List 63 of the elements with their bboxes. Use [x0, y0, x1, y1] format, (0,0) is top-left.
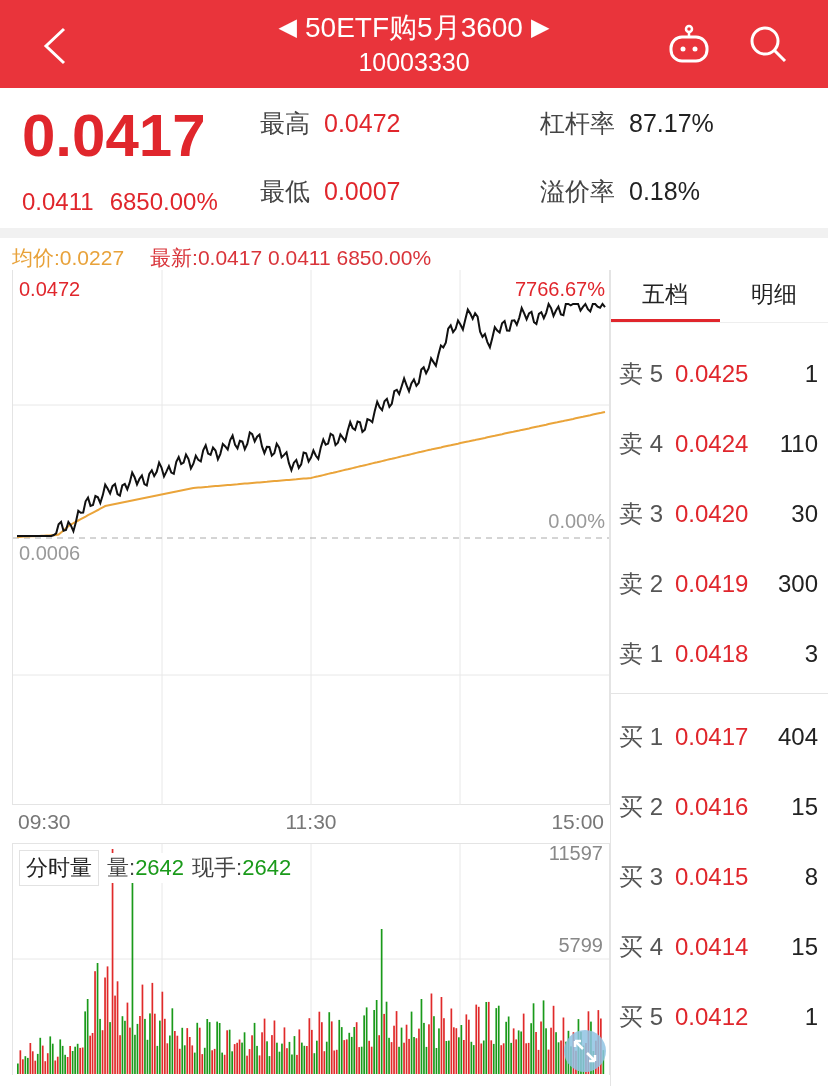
stat-label: 最高: [260, 107, 310, 139]
ask-level-label: 卖 5: [619, 359, 664, 389]
ask-quantity: 300: [777, 570, 818, 598]
time-label: 11:30: [285, 810, 337, 834]
bid-quantity: 1: [804, 1003, 818, 1031]
ratio-label: 溢价率: [540, 175, 615, 207]
ratio-label: 杠杆率: [540, 107, 615, 139]
ask-quantity: 30: [791, 500, 818, 528]
ask-quantity: 3: [804, 640, 818, 668]
contract-title: 50ETF购5月3600: [305, 11, 523, 45]
bid-price: 0.0416: [675, 793, 750, 821]
stat-value: 0.0472: [324, 108, 401, 138]
ask-level-label: 卖 3: [619, 499, 664, 529]
previous-button[interactable]: ◀: [278, 15, 298, 39]
axis-low-percent: 0.00%: [548, 510, 605, 533]
next-button[interactable]: ▶: [530, 15, 550, 39]
contract-code: 10003330: [358, 47, 470, 78]
time-label: 09:30: [18, 810, 71, 834]
average-price-legend: 均价:0.0227: [12, 244, 125, 270]
stat-value: 0.0007: [324, 176, 401, 206]
ask-quantity: 110: [779, 430, 818, 458]
ask-level-label: 卖 4: [619, 429, 664, 459]
price-change: 0.0411: [22, 188, 94, 216]
ask-price: 0.0418: [675, 640, 750, 668]
time-label: 15:00: [551, 810, 604, 834]
ask-price: 0.0425: [675, 360, 750, 388]
stat-label: 最低: [260, 175, 310, 207]
bid-price: 0.0414: [675, 933, 750, 961]
volume-max-label: 11597: [548, 842, 603, 865]
order-book-tab[interactable]: 明细: [719, 270, 828, 322]
ask-quantity: 1: [804, 360, 818, 388]
bid-quantity: 15: [791, 933, 818, 961]
ratio-value: 0.18%: [629, 176, 700, 206]
bid-level-label: 买 2: [619, 792, 664, 822]
bid-level-label: 买 4: [619, 932, 664, 962]
volume-mid-label: 5799: [558, 934, 603, 957]
ask-level-label: 卖 1: [619, 639, 664, 669]
ratio-value: 87.17%: [629, 108, 714, 138]
robot-icon[interactable]: [668, 24, 710, 64]
bid-quantity: 15: [791, 793, 818, 821]
bid-level-label: 买 1: [619, 722, 664, 752]
ask-level-label: 卖 2: [619, 569, 664, 599]
ask-price: 0.0419: [675, 570, 750, 598]
change-percent: 6850.00%: [109, 188, 218, 216]
bid-quantity: 404: [777, 723, 818, 751]
order-book-tab[interactable]: 五档: [611, 270, 720, 322]
expand-icon[interactable]: [563, 1029, 607, 1073]
bid-price: 0.0417: [675, 723, 750, 751]
bid-quantity: 8: [804, 863, 818, 891]
bid-price: 0.0412: [675, 1003, 750, 1031]
search-icon[interactable]: [748, 24, 788, 64]
axis-high-label: 0.0472: [19, 278, 81, 301]
volume-reading: 量:2642: [107, 853, 185, 883]
bid-level-label: 买 5: [619, 1002, 664, 1032]
latest-price-legend: 最新:0.0417 0.0411 6850.00%: [150, 244, 432, 270]
volume-type-button[interactable]: 分时量: [19, 850, 99, 886]
ask-price: 0.0420: [675, 500, 750, 528]
bid-price: 0.0415: [675, 863, 750, 891]
axis-high-percent: 7766.67%: [514, 278, 605, 301]
last-price: 0.0417: [22, 106, 207, 166]
axis-low-label: 0.0006: [19, 542, 81, 565]
bid-level-label: 买 3: [619, 862, 664, 892]
ask-price: 0.0424: [675, 430, 750, 458]
